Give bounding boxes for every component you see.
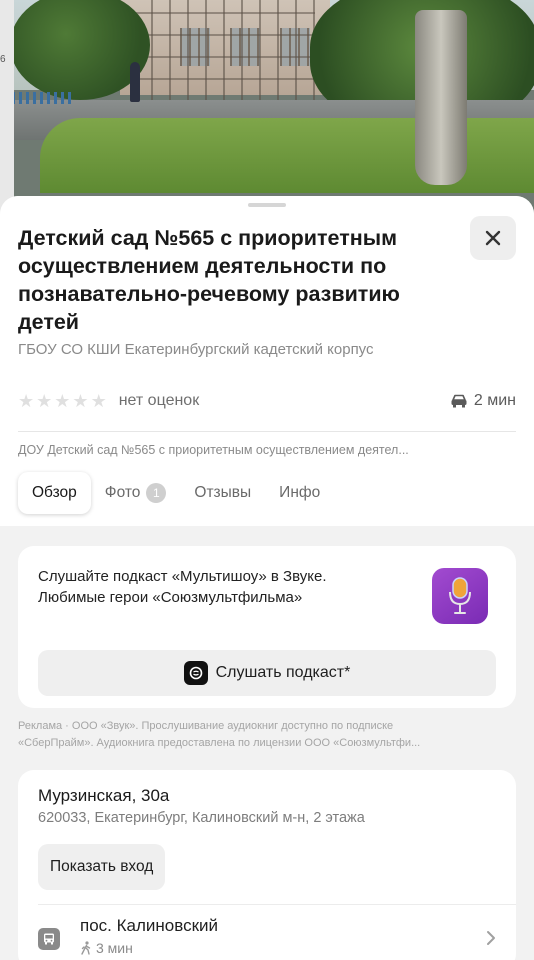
car-icon bbox=[451, 394, 467, 408]
star-icon: ★ bbox=[90, 391, 107, 411]
photo-person bbox=[130, 62, 140, 102]
divider bbox=[38, 904, 516, 905]
listen-podcast-label: Слушать подкаст* bbox=[215, 664, 351, 681]
bus-icon bbox=[38, 928, 60, 950]
address-details: 620033, Екатеринбург, Калиновский м-н, 2… bbox=[38, 810, 365, 826]
photo-edge-label: 6 bbox=[0, 54, 6, 65]
photo-fence bbox=[12, 92, 72, 104]
star-icon: ★ bbox=[18, 391, 35, 411]
place-title: Детский сад №565 с приоритетным осуществ… bbox=[18, 226, 400, 334]
star-icon: ★ bbox=[72, 391, 89, 411]
route-eta[interactable]: 2 мин bbox=[450, 392, 516, 410]
ad-disclaimer-line: Реклама · ООО «Звук». Прослушивание ауди… bbox=[18, 720, 394, 732]
photo-edge bbox=[0, 0, 14, 215]
photo-scaffolding bbox=[135, 0, 315, 100]
chevron-right-icon bbox=[487, 931, 495, 945]
tab-reviews[interactable]: Отзывы bbox=[180, 472, 265, 514]
tab-label: Инфо bbox=[279, 484, 321, 501]
organization-name[interactable]: ГБОУ СО КШИ Екатеринбургский кадетский к… bbox=[18, 339, 418, 361]
star-icon: ★ bbox=[54, 391, 71, 411]
ad-disclaimer-line: «СберПрайм». Аудиокнига предоставлена по… bbox=[18, 737, 421, 749]
ad-text: Слушайте подкаст «Мультишоу» в Звуке. Лю… bbox=[38, 566, 398, 608]
rating-stars[interactable]: ★ ★ ★ ★ ★ bbox=[18, 392, 107, 410]
close-icon bbox=[485, 230, 501, 246]
zvuk-logo-icon bbox=[183, 661, 208, 685]
place-description[interactable]: ДОУ Детский сад №565 с приоритетным осущ… bbox=[18, 443, 516, 457]
sheet-header: Детский сад №565 с приоритетным осуществ… bbox=[0, 196, 534, 526]
tab-label: Фото bbox=[104, 484, 141, 501]
star-icon: ★ bbox=[36, 391, 53, 411]
rating-row: ★ ★ ★ ★ ★ нет оценок 2 мин bbox=[18, 390, 516, 412]
walking-icon bbox=[81, 941, 91, 955]
tab-photo[interactable]: Фото 1 bbox=[91, 472, 181, 514]
address-card: Мурзинская, 30а 620033, Екатеринбург, Ка… bbox=[18, 770, 516, 960]
tab-bar: Обзор Фото 1 Отзывы Инфо bbox=[18, 472, 334, 514]
place-sheet: Детский сад №565 с приоритетным осуществ… bbox=[0, 196, 534, 960]
show-entrance-label: Показать вход bbox=[50, 858, 154, 875]
photo-tree-trunk bbox=[415, 10, 467, 185]
tab-info[interactable]: Инфо bbox=[265, 472, 334, 514]
tab-overview[interactable]: Обзор bbox=[18, 472, 91, 514]
tab-label: Обзор bbox=[32, 484, 77, 501]
rating-text: нет оценок bbox=[118, 392, 200, 409]
show-entrance-button[interactable]: Показать вход bbox=[38, 844, 166, 890]
microphone-icon bbox=[432, 568, 488, 624]
ad-text-line: Любимые герои «Союзмультфильма» bbox=[38, 589, 303, 606]
stop-walk-text: 3 мин bbox=[96, 940, 133, 956]
photo-count-badge: 1 bbox=[146, 483, 167, 503]
stop-walk-time: 3 мин bbox=[80, 940, 133, 956]
stop-name: пос. Калиновский bbox=[80, 916, 218, 935]
listen-podcast-button[interactable]: Слушать подкаст* bbox=[38, 650, 496, 696]
place-photo[interactable]: 6 bbox=[0, 0, 534, 215]
sheet-grabber[interactable] bbox=[248, 203, 286, 207]
ad-text-line: Слушайте подкаст «Мультишоу» в Звуке. bbox=[38, 568, 327, 585]
tab-label: Отзывы bbox=[194, 484, 252, 501]
eta-text: 2 мин bbox=[473, 392, 516, 409]
ad-card[interactable]: Слушайте подкаст «Мультишоу» в Звуке. Лю… bbox=[18, 546, 516, 708]
transit-stop-row[interactable]: пос. Калиновский 3 мин bbox=[38, 916, 496, 960]
ad-disclaimer: Реклама · ООО «Звук». Прослушивание ауди… bbox=[18, 718, 516, 752]
divider bbox=[18, 431, 516, 432]
address-street[interactable]: Мурзинская, 30а bbox=[38, 786, 169, 806]
close-button[interactable] bbox=[470, 216, 516, 260]
